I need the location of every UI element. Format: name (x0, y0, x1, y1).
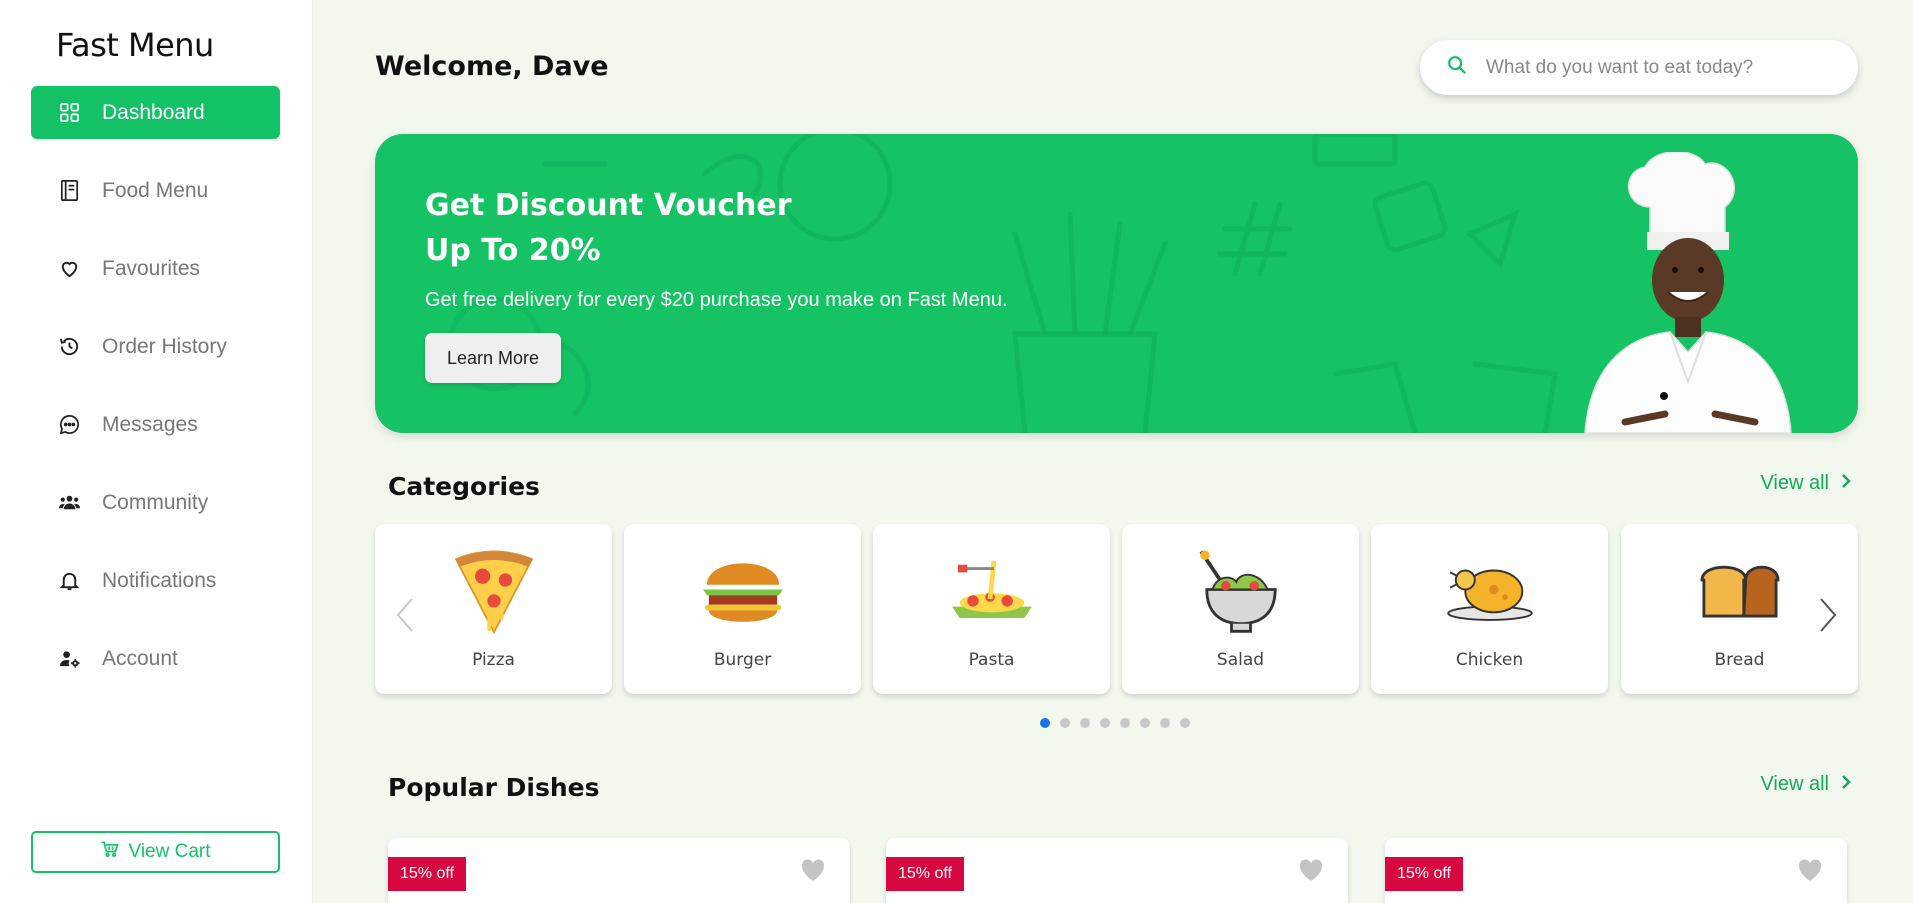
favourite-heart-icon[interactable] (1298, 858, 1324, 882)
view-cart-button[interactable]: View Cart (31, 831, 280, 873)
popular-dishes-title: Popular Dishes (388, 773, 600, 802)
pagination-dot[interactable] (1100, 718, 1110, 728)
chef-image (1584, 152, 1792, 433)
bread-icon (1700, 565, 1779, 618)
sidebar-item-messages[interactable]: Messages (31, 398, 280, 451)
category-card-pasta[interactable]: Pasta (873, 524, 1110, 694)
sidebar-item-dashboard[interactable]: Dashboard (31, 86, 280, 139)
heart-icon (57, 257, 81, 281)
pagination-dot[interactable] (1120, 718, 1130, 728)
category-label: Burger (713, 650, 772, 670)
view-all-label: View all (1760, 472, 1829, 494)
welcome-heading: Welcome, Dave (375, 51, 609, 82)
sidebar-item-favourites[interactable]: Favourites (31, 242, 280, 295)
sidebar: Fast Menu Dashboard Food Menu Favourites… (0, 0, 313, 903)
pizza-icon (454, 550, 533, 635)
favourite-heart-icon[interactable] (800, 858, 826, 882)
sidebar-item-order-history[interactable]: Order History (31, 320, 280, 373)
dish-card[interactable]: 15% off (1385, 838, 1847, 903)
view-cart-label: View Cart (128, 841, 211, 862)
chevron-right-icon (1820, 598, 1837, 632)
sidebar-item-community[interactable]: Community (31, 476, 280, 529)
pagination-dot[interactable] (1060, 718, 1070, 728)
app-logo-text: Fast Menu (56, 26, 214, 64)
dish-card[interactable]: 15% off (886, 838, 1348, 903)
category-card-chicken[interactable]: Chicken (1371, 524, 1608, 694)
banner-subtitle: Get free delivery for every $20 purchase… (425, 289, 1008, 311)
chevron-right-icon (1841, 773, 1851, 796)
dashboard-icon (57, 101, 81, 125)
category-label: Chicken (1455, 650, 1524, 670)
view-all-label: View all (1760, 773, 1829, 795)
people-icon (57, 491, 81, 515)
sidebar-item-label: Community (102, 490, 209, 514)
search-bar[interactable] (1420, 40, 1858, 95)
pagination-dot[interactable] (1040, 718, 1050, 728)
pagination-dot[interactable] (1160, 718, 1170, 728)
banner-title-line2: Up To 20% (425, 233, 601, 268)
category-label: Bread (1714, 650, 1765, 670)
sidebar-item-label: Dashboard (102, 100, 205, 124)
menu-book-icon (57, 179, 81, 203)
carousel-pagination (1040, 718, 1190, 728)
cart-icon (100, 839, 120, 865)
promo-banner: Get Discount Voucher Up To 20% Get free … (375, 134, 1858, 433)
popular-view-all-link[interactable]: View all (1760, 773, 1851, 796)
sidebar-item-label: Favourites (102, 256, 201, 280)
category-label: Pasta (968, 650, 1015, 670)
chevron-right-icon (1841, 472, 1851, 495)
burger-icon (702, 563, 783, 622)
category-card-burger[interactable]: Burger (624, 524, 861, 694)
sidebar-item-food-menu[interactable]: Food Menu (31, 164, 280, 217)
pagination-dot[interactable] (1180, 718, 1190, 728)
chevron-left-icon (396, 598, 413, 632)
sidebar-item-label: Notifications (102, 568, 217, 592)
sidebar-item-label: Order History (102, 334, 227, 358)
categories-carousel: Pizza Burger Pasta Salad Chicken Bread (375, 524, 1858, 694)
search-input[interactable] (1486, 56, 1826, 79)
sidebar-item-label: Food Menu (102, 178, 209, 202)
pagination-dot[interactable] (1140, 718, 1150, 728)
pasta-icon (951, 560, 1032, 618)
sidebar-item-notifications[interactable]: Notifications (31, 554, 280, 607)
search-icon (1446, 54, 1468, 81)
history-icon (57, 335, 81, 359)
sidebar-item-account[interactable]: Account (31, 632, 280, 685)
discount-badge: 15% off (388, 857, 466, 891)
category-label: Pizza (472, 650, 515, 670)
chat-icon (57, 413, 81, 437)
carousel-next-button[interactable] (1813, 590, 1843, 640)
discount-badge: 15% off (1385, 857, 1463, 891)
categories-title: Categories (388, 472, 540, 501)
banner-title-line1: Get Discount Voucher (425, 188, 792, 223)
category-card-salad[interactable]: Salad (1122, 524, 1359, 694)
sidebar-nav: Dashboard Food Menu Favourites Order His… (31, 86, 280, 710)
carousel-prev-button[interactable] (390, 590, 420, 640)
sidebar-item-label: Messages (102, 412, 198, 436)
learn-more-button[interactable]: Learn More (425, 333, 561, 383)
favourite-heart-icon[interactable] (1797, 858, 1823, 882)
salad-icon (1199, 550, 1277, 633)
user-settings-icon (57, 647, 81, 671)
bell-icon (57, 569, 81, 593)
chicken-icon (1446, 569, 1533, 621)
categories-view-all-link[interactable]: View all (1760, 472, 1851, 495)
pagination-dot[interactable] (1080, 718, 1090, 728)
sidebar-item-label: Account (102, 646, 178, 670)
dish-card[interactable]: 15% off (388, 838, 850, 903)
discount-badge: 15% off (886, 857, 964, 891)
category-label: Salad (1216, 650, 1265, 670)
